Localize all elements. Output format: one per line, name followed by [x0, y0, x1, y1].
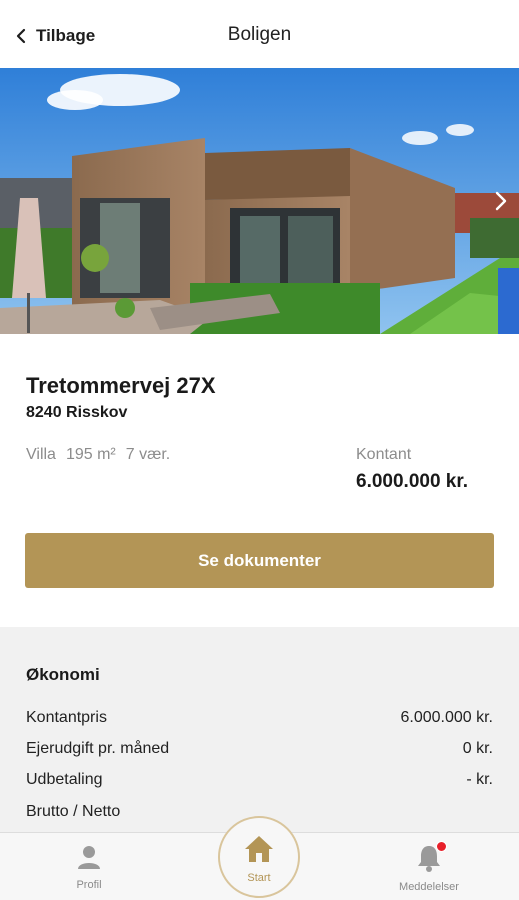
- property-city: 8240 Risskov: [26, 404, 128, 421]
- economy-row-label: Ejerudgift pr. måned: [26, 740, 170, 757]
- economy-row-value: 6.000.000 kr.: [400, 709, 493, 726]
- economy-row: Udbetaling - kr.: [26, 771, 493, 789]
- tab-notifications-label: Meddelelser: [399, 881, 459, 893]
- property-specs: Villa 195 m² 7 vær.: [26, 446, 170, 464]
- economy-row-value: - kr.: [466, 771, 493, 788]
- see-documents-button[interactable]: Se dokumenter: [25, 533, 494, 588]
- tab-profile-label: Profil: [76, 879, 102, 891]
- property-rooms: 7 vær.: [125, 446, 171, 463]
- tab-profile[interactable]: Profil: [34, 843, 144, 891]
- tab-start[interactable]: Start: [218, 816, 300, 898]
- economy-row-label: Kontantpris: [26, 709, 107, 726]
- page-title: Boligen: [227, 24, 292, 45]
- tab-start-label: Start: [247, 872, 271, 884]
- economy-row-label: Brutto / Netto: [26, 803, 121, 820]
- bell-icon: [414, 846, 444, 877]
- economy-row-label: Udbetaling: [26, 771, 103, 788]
- price-value: 6.000.000 kr.: [356, 471, 468, 492]
- property-area: 195 m²: [65, 446, 116, 463]
- property-photo[interactable]: [0, 68, 519, 334]
- top-nav-bar: Tilbage Boligen: [0, 0, 519, 68]
- economy-row: Kontantpris 6.000.000 kr.: [26, 709, 493, 727]
- tab-notifications[interactable]: Meddelelser: [374, 843, 484, 893]
- price-label: Kontant: [356, 446, 412, 463]
- person-icon: [75, 846, 103, 875]
- economy-row-value: 0 kr.: [462, 740, 493, 757]
- property-address: Tretommervej 27X: [26, 373, 216, 398]
- property-type: Villa: [26, 446, 56, 463]
- economy-row: Ejerudgift pr. måned 0 kr.: [26, 740, 493, 758]
- chevron-right-icon[interactable]: [491, 188, 511, 214]
- notification-badge: [436, 841, 447, 852]
- home-icon: [243, 834, 275, 869]
- economy-title: Økonomi: [26, 665, 100, 684]
- house-photo-illustration: [0, 68, 519, 334]
